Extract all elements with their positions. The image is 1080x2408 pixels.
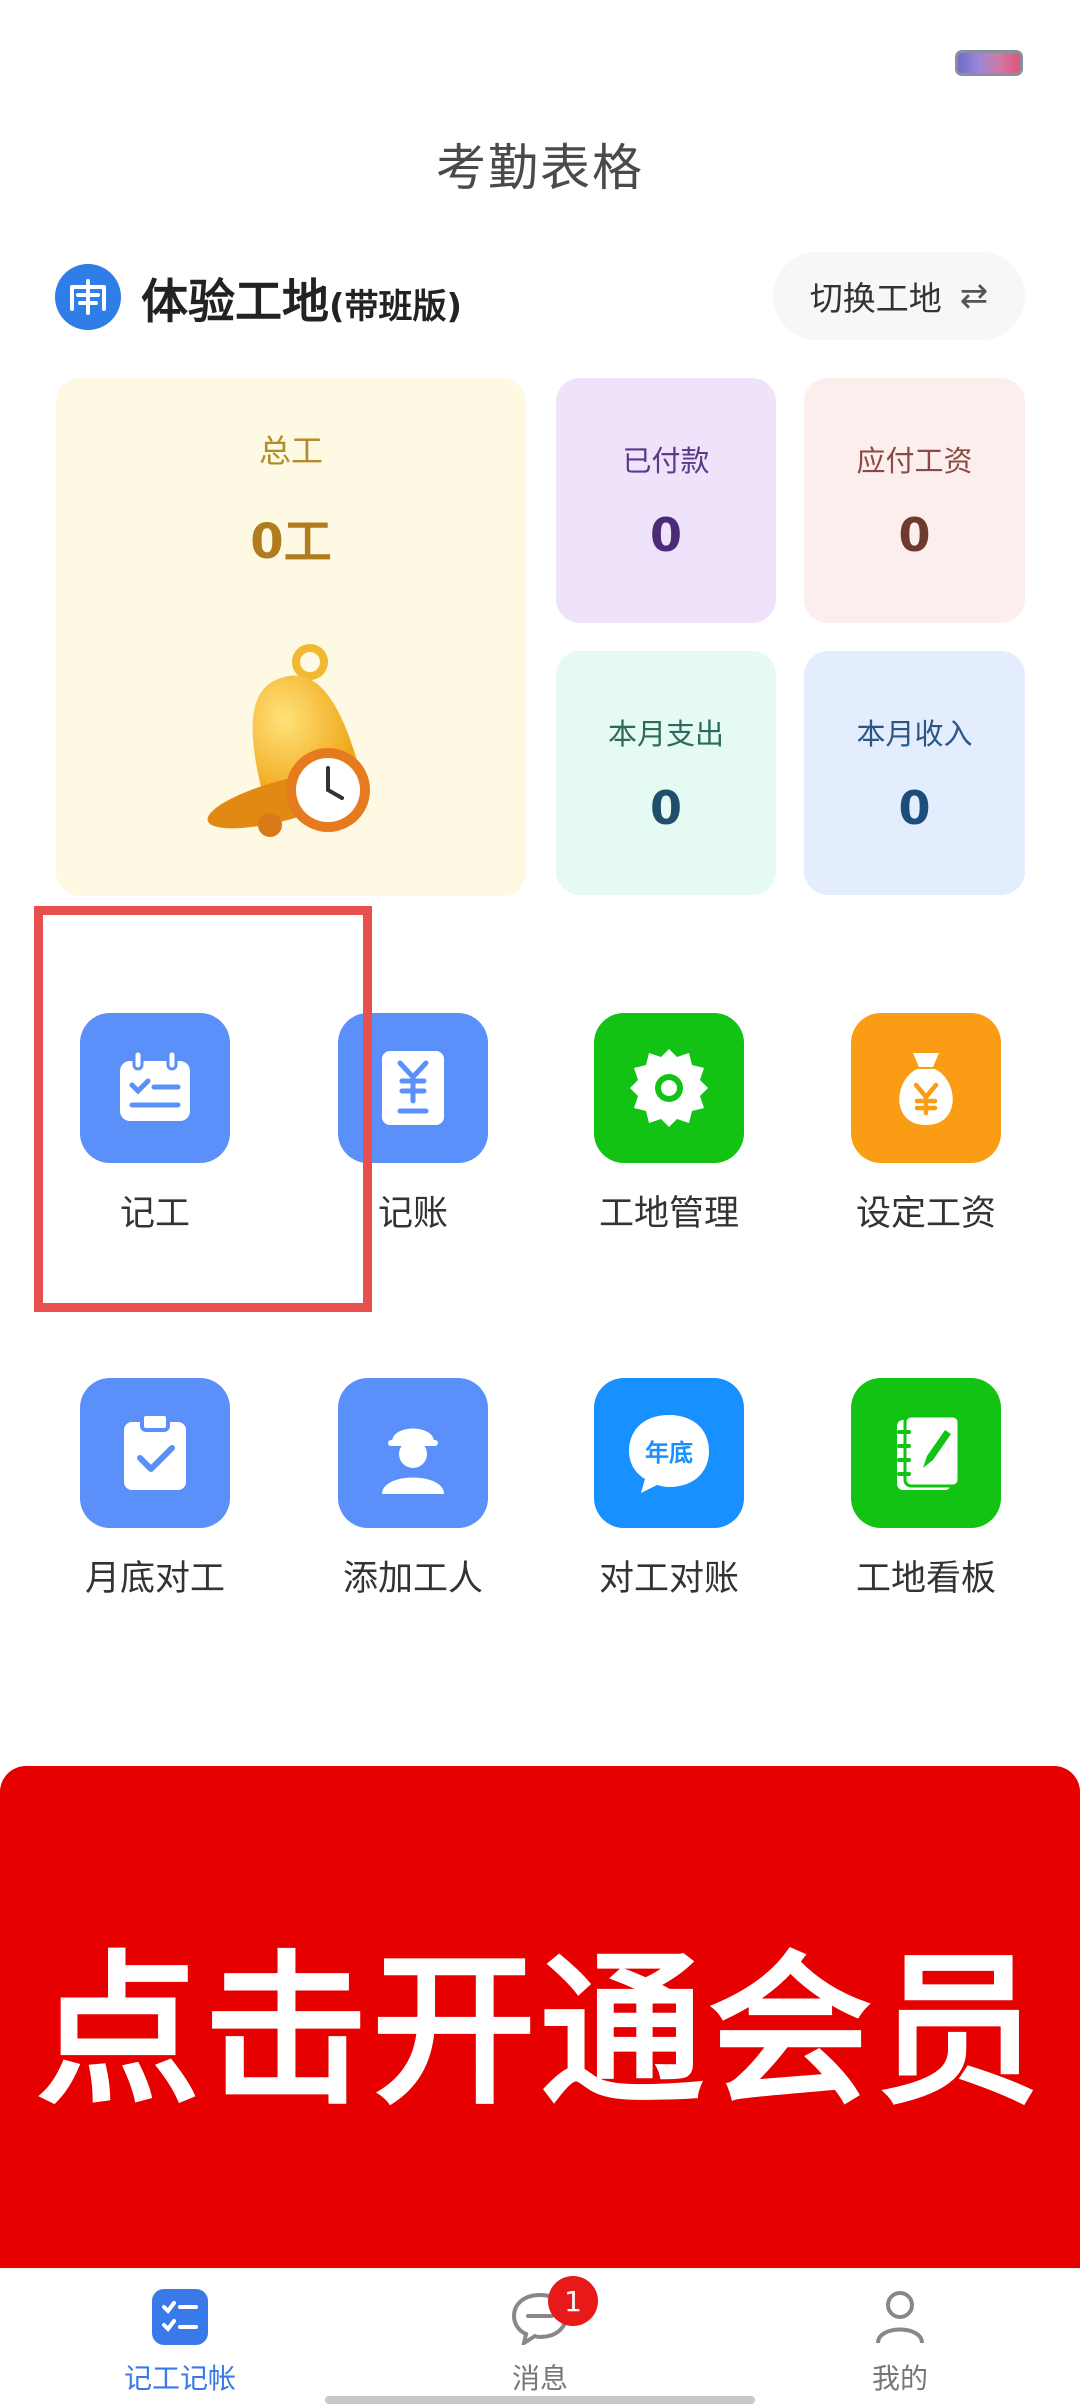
gear-icon bbox=[594, 1013, 744, 1163]
total-work-value: 0工 bbox=[250, 514, 332, 570]
highlight-box bbox=[34, 906, 372, 1312]
site-dashboard-label: 工地看板 bbox=[855, 1559, 996, 1599]
checklist-icon bbox=[152, 2289, 208, 2345]
site-header: 体验工地(带班版) bbox=[55, 262, 462, 332]
site-dashboard-button[interactable]: 工地看板 bbox=[806, 1378, 1046, 1601]
add-worker-button[interactable]: 添加工人 bbox=[293, 1378, 533, 1601]
tab-messages[interactable]: 消息 bbox=[430, 2289, 650, 2397]
switch-site-button[interactable]: 切换工地 ⇄ bbox=[773, 252, 1025, 340]
reconcile-label: 对工对账 bbox=[598, 1559, 739, 1599]
paid-value: 0 bbox=[649, 508, 682, 562]
worker-helmet-icon bbox=[338, 1378, 488, 1528]
month-income-value: 0 bbox=[898, 781, 931, 835]
notebook-pen-icon bbox=[851, 1378, 1001, 1528]
month-income-card[interactable]: 本月收入 0 bbox=[804, 651, 1025, 895]
site-name: 体验工地(带班版) bbox=[141, 274, 463, 330]
reconcile-button[interactable]: 年底 对工对账 bbox=[549, 1378, 789, 1601]
month-expense-label: 本月支出 bbox=[607, 717, 724, 751]
vip-banner[interactable]: 点击开通会员 bbox=[0, 1766, 1080, 2268]
svg-text:年底: 年底 bbox=[645, 1439, 693, 1467]
wage-due-value: 0 bbox=[898, 508, 931, 562]
site-edition: (带班版) bbox=[329, 286, 463, 327]
total-work-label: 总工 bbox=[258, 432, 323, 470]
money-bag-icon bbox=[851, 1013, 1001, 1163]
tab-profile[interactable]: 我的 bbox=[790, 2289, 1010, 2397]
switch-site-label: 切换工地 bbox=[809, 279, 942, 318]
site-logo-icon bbox=[55, 264, 121, 330]
month-end-check-label: 月底对工 bbox=[84, 1559, 225, 1599]
messages-badge: 1 bbox=[548, 2276, 598, 2326]
month-end-check-button[interactable]: 月底对工 bbox=[35, 1378, 275, 1601]
site-management-button[interactable]: 工地管理 bbox=[549, 1013, 789, 1236]
bell-clock-icon bbox=[207, 644, 370, 837]
paid-card[interactable]: 已付款 0 bbox=[556, 378, 776, 623]
battery-indicator bbox=[955, 50, 1023, 76]
month-expense-card[interactable]: 本月支出 0 bbox=[556, 651, 776, 895]
paid-label: 已付款 bbox=[622, 444, 710, 478]
vip-banner-text: 点击开通会员 bbox=[35, 1935, 1044, 2127]
bottom-tabbar: 记工记帐 消息 我的 bbox=[0, 2268, 1080, 2408]
tab-messages-label: 消息 bbox=[511, 2362, 568, 2395]
set-wage-button[interactable]: 设定工资 bbox=[806, 1013, 1046, 1236]
wage-due-card[interactable]: 应付工资 0 bbox=[804, 378, 1025, 623]
year-end-chat-icon: 年底 bbox=[594, 1378, 744, 1528]
add-worker-label: 添加工人 bbox=[342, 1559, 483, 1599]
tab-record-label: 记工记帐 bbox=[123, 2362, 236, 2395]
month-expense-value: 0 bbox=[649, 781, 682, 835]
set-wage-label: 设定工资 bbox=[855, 1194, 996, 1234]
wage-due-label: 应付工资 bbox=[856, 444, 973, 478]
month-income-label: 本月收入 bbox=[856, 717, 973, 751]
site-management-label: 工地管理 bbox=[598, 1194, 739, 1234]
tab-profile-label: 我的 bbox=[871, 2362, 928, 2395]
tab-record[interactable]: 记工记帐 bbox=[70, 2289, 290, 2397]
clipboard-check-icon bbox=[80, 1378, 230, 1528]
home-indicator[interactable] bbox=[325, 2396, 755, 2404]
page-title: 考勤表格 bbox=[436, 139, 644, 197]
swap-arrows-icon: ⇄ bbox=[959, 276, 989, 316]
person-icon bbox=[876, 2291, 924, 2344]
